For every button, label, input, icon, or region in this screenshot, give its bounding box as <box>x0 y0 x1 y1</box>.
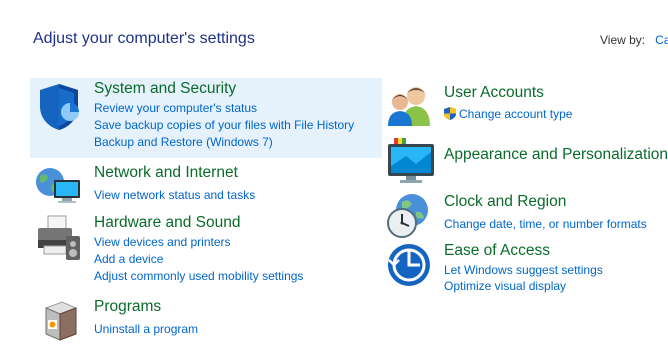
view-by-label: View by: <box>600 33 646 47</box>
category-title[interactable]: Appearance and Personalization <box>444 146 668 164</box>
category-title[interactable]: System and Security <box>94 80 236 98</box>
category-ease-of-access[interactable]: Ease of Access Let Windows suggest setti… <box>384 240 664 298</box>
category-title[interactable]: Clock and Region <box>444 193 566 211</box>
category-title[interactable]: Programs <box>94 298 161 316</box>
ease-of-access-icon <box>386 242 432 293</box>
shield-icon <box>36 82 82 137</box>
link-network-status[interactable]: View network status and tasks <box>94 188 255 202</box>
view-by-dropdown[interactable]: Ca <box>655 33 668 47</box>
printer-icon <box>34 214 84 269</box>
category-programs[interactable]: Programs Uninstall a program <box>30 296 382 342</box>
view-by: View by: Ca <box>600 33 668 47</box>
link-windows-suggest[interactable]: Let Windows suggest settings <box>444 263 603 277</box>
category-title[interactable]: Network and Internet <box>94 164 238 182</box>
category-title[interactable]: User Accounts <box>444 84 544 102</box>
programs-box-icon <box>40 298 80 348</box>
link-mobility-settings[interactable]: Adjust commonly used mobility settings <box>94 269 303 283</box>
category-title[interactable]: Ease of Access <box>444 242 550 260</box>
link-add-device[interactable]: Add a device <box>94 252 163 266</box>
link-label: Change account type <box>459 107 573 121</box>
link-backup-restore[interactable]: Backup and Restore (Windows 7) <box>94 135 273 149</box>
link-review-status[interactable]: Review your computer's status <box>94 101 257 115</box>
category-user-accounts[interactable]: User Accounts Change account type <box>384 80 664 128</box>
clock-globe-icon <box>386 192 434 245</box>
users-icon <box>386 84 434 133</box>
category-clock-region[interactable]: Clock and Region Change date, time, or n… <box>384 190 664 238</box>
monitor-icon <box>386 136 438 191</box>
link-date-time-formats[interactable]: Change date, time, or number formats <box>444 217 647 231</box>
page-title: Adjust your computer's settings <box>33 30 255 47</box>
category-network-internet[interactable]: Network and Internet View network status… <box>30 162 382 206</box>
category-title[interactable]: Hardware and Sound <box>94 214 241 232</box>
link-optimize-display[interactable]: Optimize visual display <box>444 279 566 293</box>
globe-network-icon <box>34 164 84 213</box>
link-change-account-type[interactable]: Change account type <box>444 107 572 121</box>
category-hardware-sound[interactable]: Hardware and Sound View devices and prin… <box>30 212 382 288</box>
uac-shield-icon <box>444 107 456 120</box>
link-devices-printers[interactable]: View devices and printers <box>94 235 231 249</box>
link-uninstall-program[interactable]: Uninstall a program <box>94 322 198 336</box>
link-file-history[interactable]: Save backup copies of your files with Fi… <box>94 118 354 132</box>
category-appearance[interactable]: Appearance and Personalization <box>384 136 668 186</box>
category-system-security[interactable]: System and Security Review your computer… <box>30 78 382 158</box>
